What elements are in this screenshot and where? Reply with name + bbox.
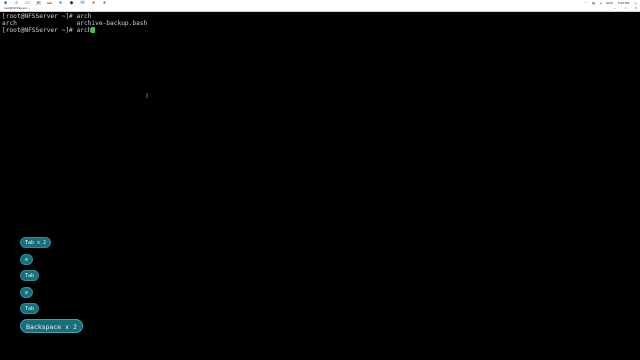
maximize-button[interactable]: □ <box>625 6 627 11</box>
edge-browser-icon[interactable]: ● <box>58 1 63 6</box>
search-icon[interactable]: ⌕ <box>14 1 19 6</box>
terminal-line: arch archive-backup.bash <box>2 20 148 27</box>
keystroke-badge: Backspace x 2 <box>20 319 83 333</box>
mail-icon[interactable]: ✉ <box>80 1 85 6</box>
window-titlebar: root@NFSServer:~ — □ ✕ <box>0 6 640 12</box>
system-tray: ⌃ ▤ ◂ ENG 5:29 PM ▢ <box>585 1 640 5</box>
tray-up-icon[interactable]: ⌃ <box>585 1 588 5</box>
tray-clock[interactable]: 5:29 PM <box>618 1 629 5</box>
task-view-icon[interactable]: ▭ <box>25 1 30 6</box>
file-explorer-icon[interactable]: ▬ <box>47 1 52 6</box>
window-controls: — □ ✕ <box>614 6 637 11</box>
windows-start-icon[interactable]: ■ <box>3 1 8 6</box>
tray-volume-icon[interactable]: ◂ <box>600 1 602 5</box>
store-icon[interactable]: ● <box>91 1 96 6</box>
terminal-prompt-line: [root@NFSServer ~]# arch <box>2 27 636 34</box>
tray-network-icon[interactable]: ▤ <box>592 1 595 5</box>
network-icon[interactable]: ◆ <box>69 1 74 6</box>
keystroke-badge: e <box>20 254 34 265</box>
close-button[interactable]: ✕ <box>634 6 637 11</box>
terminal-cursor <box>91 27 96 33</box>
app-icon[interactable]: ● <box>102 1 107 6</box>
terminal-line: [root@NFSServer ~]# arch <box>2 27 92 34</box>
minimize-button[interactable]: — <box>614 6 617 11</box>
window-title: root@NFSServer:~ <box>4 6 30 10</box>
terminal-output[interactable]: [root@NFSServer ~]# arch arch archive-bac… <box>2 13 636 34</box>
taskbar-icons: ■ ⌕ ▭ ▪ ▬ ● ◆ ✉ ● ● <box>0 1 107 6</box>
terminal-app-icon[interactable]: ▪ <box>36 1 41 6</box>
terminal-line: [root@NFSServer ~]# arch <box>2 13 92 20</box>
notification-icon[interactable]: ▢ <box>634 1 637 5</box>
mouse-ibeam-cursor-icon: I <box>146 92 149 100</box>
keystroke-badge: Tab x 2 <box>20 237 52 248</box>
keystroke-badge: Tab <box>20 270 40 281</box>
tray-language[interactable]: ENG <box>606 1 613 5</box>
keystroke-badge: e <box>20 287 34 298</box>
keystroke-badge: Tab <box>20 303 40 314</box>
